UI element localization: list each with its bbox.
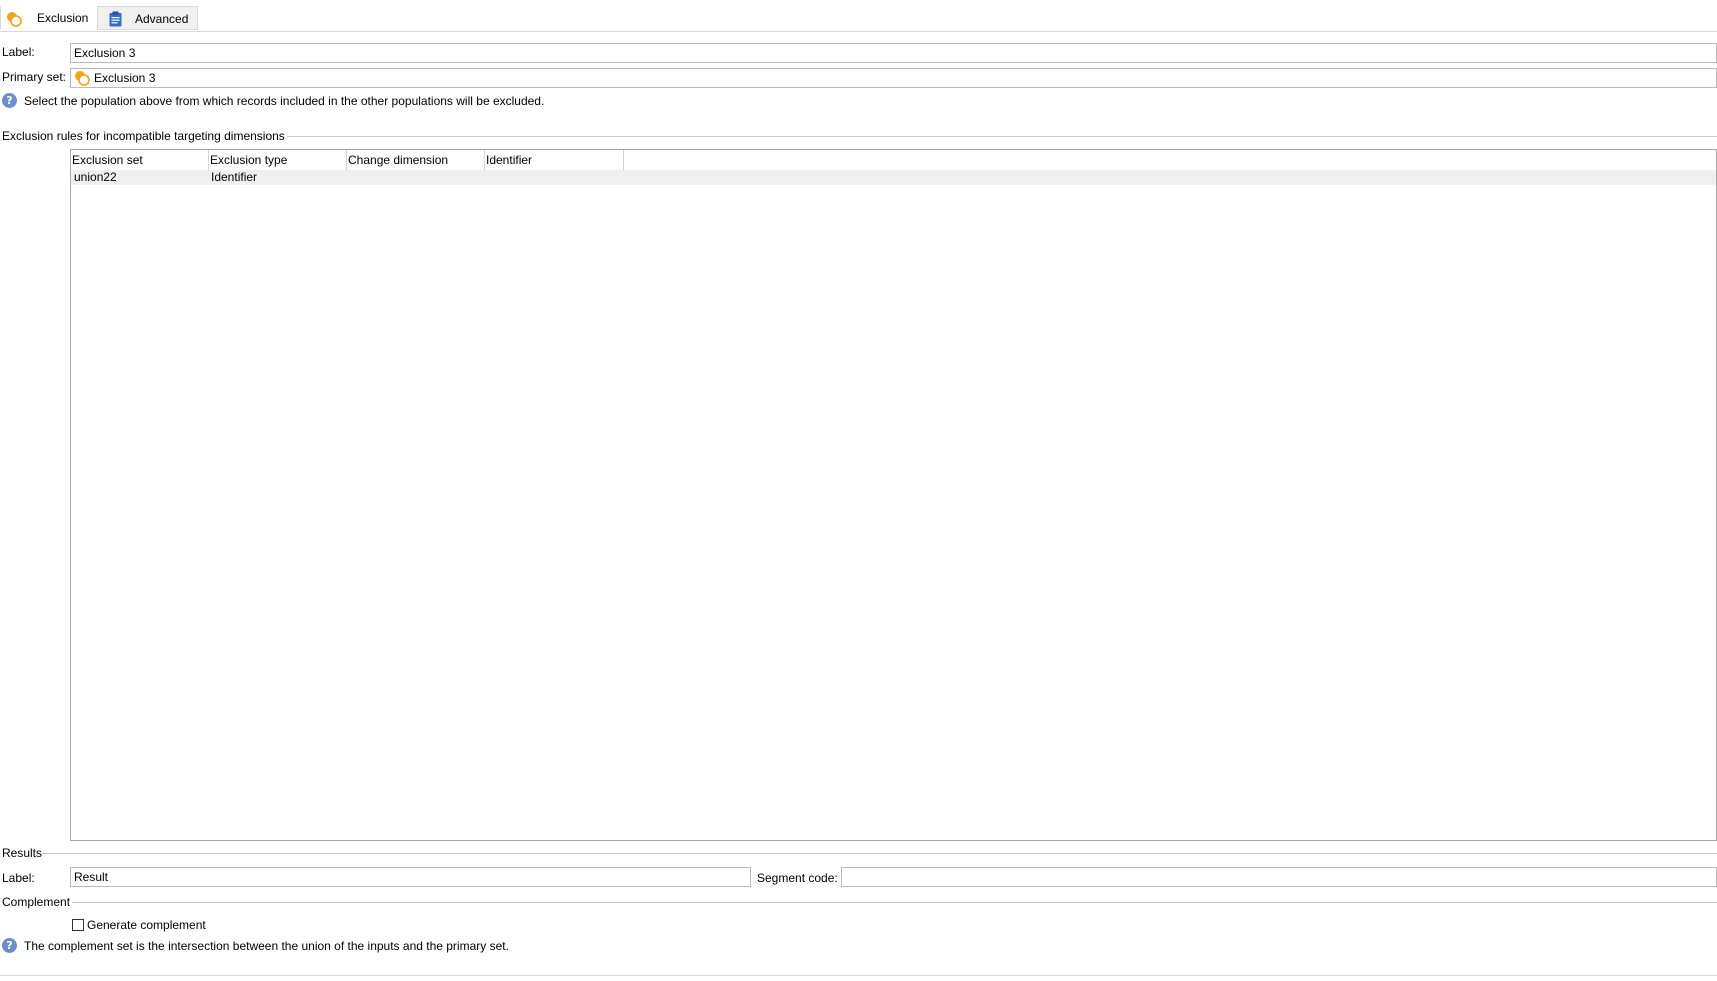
generate-complement-label[interactable]: Generate complement (87, 918, 206, 932)
group-divider (42, 853, 1717, 854)
clipboard-icon (109, 11, 122, 27)
exclusion-rules-grid[interactable]: Exclusion set Exclusion type Change dime… (70, 149, 1717, 841)
group-divider (72, 902, 1717, 903)
table-row[interactable]: union22 Identifier (71, 170, 1716, 185)
exclusion-icon (74, 70, 90, 86)
column-header-exclusion-type[interactable]: Exclusion type (209, 150, 347, 170)
tab-advanced[interactable]: Advanced (97, 6, 198, 30)
exclusion-rules-title: Exclusion rules for incompatible targeti… (2, 129, 285, 143)
label-input-value: Exclusion 3 (74, 46, 136, 60)
tab-advanced-label: Advanced (135, 12, 189, 26)
result-label-input[interactable]: Result (70, 867, 751, 887)
segment-code-input[interactable] (841, 867, 1717, 887)
segment-code-caption: Segment code: (757, 871, 838, 885)
label-caption: Label: (2, 45, 35, 59)
cell-exclusion-type: Identifier (211, 170, 258, 184)
cell-exclusion-set: union22 (74, 170, 117, 184)
exclusion-icon (6, 11, 22, 27)
help-icon: ? (2, 93, 17, 108)
primary-set-help-text: Select the population above from which r… (24, 94, 545, 108)
group-divider (287, 136, 1717, 137)
column-header-identifier[interactable]: Identifier (485, 150, 624, 170)
complement-title: Complement (2, 895, 71, 909)
tab-exclusion-label: Exclusion (37, 11, 89, 25)
tab-bar (0, 0, 1717, 32)
generate-complement-checkbox[interactable] (72, 919, 84, 931)
result-label-value: Result (74, 870, 109, 884)
column-header-change-dimension[interactable]: Change dimension (347, 150, 485, 170)
result-label-caption: Label: (2, 871, 35, 885)
column-header-exclusion-set[interactable]: Exclusion set (71, 150, 209, 170)
results-title: Results (2, 846, 43, 860)
tab-exclusion[interactable]: Exclusion (0, 6, 98, 30)
primary-set-caption: Primary set: (2, 70, 67, 84)
bottom-divider (0, 975, 1717, 976)
primary-set-value: Exclusion 3 (94, 71, 156, 85)
label-input[interactable]: Exclusion 3 (70, 43, 1717, 63)
help-icon: ? (2, 938, 17, 953)
complement-help-text: The complement set is the intersection b… (24, 939, 509, 953)
primary-set-select[interactable]: Exclusion 3 (70, 68, 1717, 88)
